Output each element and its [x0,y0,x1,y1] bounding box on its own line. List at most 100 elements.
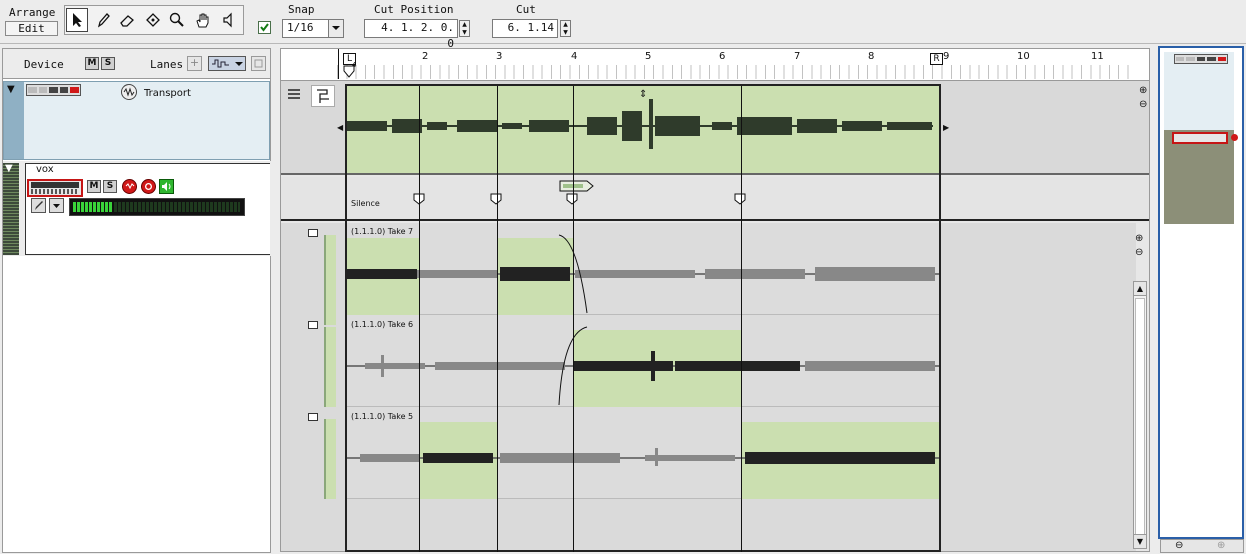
zoom-in-icon[interactable]: ⊕ [1139,85,1147,96]
bar-8-label: 8 [868,51,875,62]
resize-handle-icon[interactable]: ⇕ [639,89,647,100]
cut-position-stepper[interactable]: ▲ ▼ [459,20,470,37]
track-menu-button[interactable] [49,198,64,213]
cut-handle[interactable] [734,193,746,208]
navigator-transport-icon [1174,54,1228,64]
cut-line [741,86,742,552]
comp-view-icon[interactable] [311,85,335,107]
hand-tool-button[interactable] [192,8,214,32]
navigator-zoom-bar: ⊖ ⊕ [1160,539,1244,553]
transport-device-icon[interactable] [26,84,81,96]
cut-line [419,86,420,552]
speaker-button[interactable] [159,179,174,194]
mute-all-button[interactable]: M [85,57,99,70]
solo-all-button[interactable]: S [101,57,115,70]
arrow-tool-button[interactable] [66,8,88,32]
lane-slider[interactable] [308,321,318,329]
take-lanes: (1.1.1.0) Take 7 (1.1.1.0) Take 6 (1.1.1… [281,223,1147,551]
clip-right-arrow-icon[interactable]: ▶ [943,123,949,132]
toolbar: Arrange Edit Snap 1/16 Cut Position 4. 1… [0,0,1246,50]
vox-device-icon[interactable] [27,179,83,197]
lane-type-select[interactable] [208,56,246,71]
vox-name-tab [25,163,270,177]
bar-10-label: 10 [1017,51,1030,62]
razor-tool-button[interactable] [142,8,164,32]
zoom-out-icon[interactable]: ⊖ [1175,540,1183,551]
cut-stepper[interactable]: ▲ ▼ [560,20,571,37]
cut-field[interactable]: 6. 1.14 [492,19,558,38]
spin-up-icon[interactable]: ▲ [460,21,469,29]
take-waveforms [347,234,939,466]
bar-2-label: 2 [422,51,429,62]
lane-slider[interactable] [308,413,318,421]
bar-11-label: 11 [1091,51,1104,62]
snap-checkbox[interactable] [258,21,271,34]
lane-options-button[interactable] [251,56,266,71]
cut-lane: Silence [281,177,1149,221]
monitor-button[interactable] [122,179,137,194]
scroll-down-icon[interactable]: ▼ [1134,534,1146,548]
cut-position-label: Cut Position [374,3,454,16]
collapse-triangle-icon[interactable]: ▼ [5,163,13,174]
edit-mode-button[interactable]: Edit [5,21,58,36]
vox-track-name[interactable]: vox [36,164,54,175]
lane-handle[interactable] [324,419,336,499]
eraser-tool-button[interactable] [116,8,138,32]
record-indicator-icon [1231,134,1238,141]
record-arm-button[interactable] [141,179,156,194]
navigator-vox-icon [1172,132,1228,144]
cut-handle[interactable] [566,193,578,208]
pencil-icon [97,13,110,28]
transport-track-name: Transport [144,88,191,99]
cut-line [573,86,574,552]
crossfade-handle[interactable] [559,180,595,195]
track-color-strip [3,163,19,255]
silence-label: Silence [351,199,380,208]
cut-position-field[interactable]: 4. 1. 2. 0. 0 [364,19,458,50]
bar-4-label: 4 [571,51,578,62]
hand-icon [196,13,209,28]
lane-handle[interactable] [324,235,336,325]
scroll-thumb[interactable] [1135,298,1145,536]
speaker-tool-button[interactable] [218,8,240,32]
snap-select[interactable]: 1/16 [282,19,344,38]
transport-track[interactable]: ▼ Transport [3,81,270,160]
ruler[interactable]: L 4 R 2 3 4 5 6 7 8 9 10 11 [281,49,1149,81]
scroll-up-icon[interactable]: ▲ [1134,282,1146,296]
magnify-tool-button[interactable] [166,8,188,32]
clip-left-arrow-icon[interactable]: ◀ [337,123,343,132]
navigator-panel[interactable] [1158,46,1244,539]
bar-7-label: 7 [794,51,801,62]
automation-button[interactable] [31,198,46,213]
razor-icon [146,13,160,27]
cut-handle[interactable] [490,193,502,208]
chevron-down-icon[interactable] [328,20,343,37]
magnify-icon [169,12,184,27]
spin-down-icon[interactable]: ▼ [460,29,469,37]
track-list-panel: Device M S Lanes + ▼ Transport ▼ vox M S [2,48,272,553]
mute-button[interactable]: M [87,180,101,193]
vertical-scrollbar[interactable]: ▲ ▼ [1133,281,1147,549]
add-lane-button[interactable]: + [187,56,202,71]
spin-up-icon[interactable]: ▲ [561,21,570,29]
arrange-mode-label[interactable]: Arrange [9,6,55,19]
pencil-tool-button[interactable] [92,8,114,32]
zoom-in-icon[interactable]: ⊕ [1217,540,1225,551]
zoom-out-icon[interactable]: ⊖ [1139,99,1147,110]
collapse-triangle-icon[interactable]: ▼ [7,84,15,95]
arrow-icon [73,13,82,27]
level-meter [69,198,245,216]
monitor-icon [125,183,135,190]
lane-handle[interactable] [324,327,336,407]
right-locator[interactable]: R [930,53,943,65]
vox-track[interactable]: ▼ vox M S [3,161,272,256]
spin-down-icon[interactable]: ▼ [561,29,570,37]
zoom-out-icon[interactable]: ⊖ [1135,247,1143,258]
solo-button[interactable]: S [103,180,117,193]
song-position-marker[interactable] [343,65,355,82]
transport-wave-icon [121,84,137,100]
zoom-in-icon[interactable]: ⊕ [1135,233,1143,244]
lane-slider[interactable] [308,229,318,237]
list-view-icon[interactable] [287,88,301,103]
waveform-icon [212,59,243,68]
